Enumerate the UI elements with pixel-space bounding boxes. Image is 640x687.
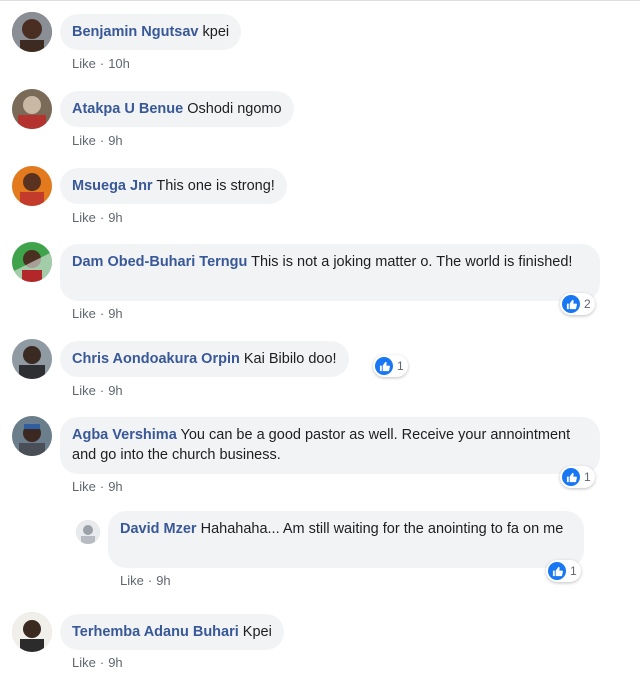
comment-actions: Like · 9h — [72, 306, 123, 321]
like-link[interactable]: Like — [72, 56, 96, 71]
like-link[interactable]: Like — [72, 133, 96, 148]
like-link[interactable]: Like — [120, 573, 144, 588]
comment-timestamp[interactable]: 9h — [108, 133, 122, 148]
like-link[interactable]: Like — [72, 655, 96, 670]
comment-text: Kpei — [238, 624, 272, 640]
reaction-count[interactable]: 2 — [560, 293, 595, 315]
avatar[interactable] — [12, 242, 52, 282]
reaction-number: 1 — [584, 470, 591, 484]
comment-author[interactable]: Atakpa U Benue — [72, 101, 183, 117]
thumbs-up-icon — [562, 295, 580, 313]
comment-actions: Like · 9h — [72, 133, 123, 148]
avatar[interactable] — [12, 339, 52, 379]
comment-bubble: Msuega Jnr This one is strong! — [60, 168, 287, 204]
comment-timestamp[interactable]: 10h — [108, 56, 130, 71]
reaction-number: 1 — [570, 564, 577, 578]
avatar[interactable] — [12, 612, 52, 652]
comment-bubble: Dam Obed-Buhari Terngu This is not a jok… — [60, 244, 600, 301]
comment-timestamp[interactable]: 9h — [108, 210, 122, 225]
reaction-count[interactable]: 1 — [546, 560, 581, 582]
comment-bubble: Agba Vershima You can be a good pastor a… — [60, 417, 600, 474]
comment-text: This is not a joking matter o. The world… — [247, 254, 573, 270]
comment-bubble: Benjamin Ngutsav kpei — [60, 14, 242, 50]
like-link[interactable]: Like — [72, 210, 96, 225]
reaction-number: 1 — [397, 359, 404, 373]
comment-text: Oshodi ngomo — [183, 101, 282, 117]
like-link[interactable]: Like — [72, 479, 96, 494]
comment-bubble: Atakpa U Benue Oshodi ngomo — [60, 91, 294, 127]
comment-text: Kai Bibilo doo! — [239, 351, 337, 367]
comment-actions: Like · 9h — [120, 573, 171, 588]
like-link[interactable]: Like — [72, 383, 96, 398]
reaction-number: 2 — [584, 297, 591, 311]
reaction-count[interactable]: 1 — [373, 355, 408, 377]
comment-author[interactable]: Benjamin Ngutsav — [72, 24, 199, 40]
avatar[interactable] — [12, 166, 52, 206]
comment-author[interactable]: Terhemba Adanu Buhari — [72, 624, 239, 640]
reaction-count[interactable]: 1 — [560, 466, 595, 488]
comment-timestamp[interactable]: 9h — [156, 573, 170, 588]
comment-actions: Like · 9h — [72, 383, 123, 398]
comment-bubble: Chris Aondoakura Orpin Kai Bibilo doo! — [60, 341, 349, 377]
comment-actions: Like · 10h — [72, 56, 130, 71]
comment-actions: Like · 9h — [72, 479, 123, 494]
comment-bubble: Terhemba Adanu Buhari Kpei — [60, 614, 284, 650]
comment-actions: Like · 9h — [72, 655, 123, 670]
comment-actions: Like · 9h — [72, 210, 123, 225]
reply-bubble: David Mzer Hahahaha... Am still waiting … — [108, 511, 584, 568]
avatar[interactable] — [12, 416, 52, 456]
comment-author[interactable]: Agba Vershima — [72, 427, 177, 443]
comment-text: Hahahaha... Am still waiting for the ano… — [196, 521, 564, 537]
comment-author[interactable]: David Mzer — [120, 521, 197, 537]
like-link[interactable]: Like — [72, 306, 96, 321]
avatar[interactable] — [12, 89, 52, 129]
comment-author[interactable]: Dam Obed-Buhari Terngu — [72, 254, 247, 270]
comment-timestamp[interactable]: 9h — [108, 479, 122, 494]
comment-timestamp[interactable]: 9h — [108, 655, 122, 670]
comment-timestamp[interactable]: 9h — [108, 306, 122, 321]
thumbs-up-icon — [548, 562, 566, 580]
comment-author[interactable]: Chris Aondoakura Orpin — [72, 351, 240, 367]
thumbs-up-icon — [375, 357, 393, 375]
avatar[interactable] — [76, 520, 100, 544]
comment-author[interactable]: Msuega Jnr — [72, 178, 153, 194]
comment-timestamp[interactable]: 9h — [108, 383, 122, 398]
top-divider — [0, 0, 640, 1]
avatar[interactable] — [12, 12, 52, 52]
comment-text: kpei — [198, 24, 230, 40]
comment-text: This one is strong! — [152, 178, 275, 194]
thumbs-up-icon — [562, 468, 580, 486]
